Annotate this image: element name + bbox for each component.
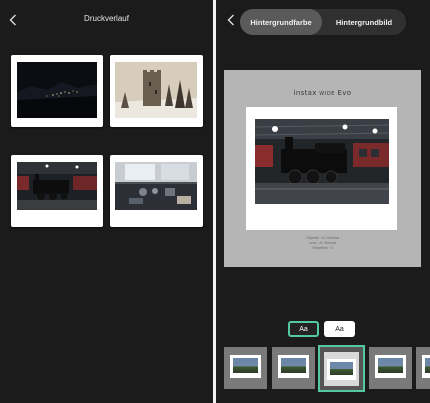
history-print-3[interactable] (11, 155, 103, 227)
background-thumbnail-2[interactable] (272, 347, 315, 389)
brand-label: instax WIDE Evo (293, 89, 352, 97)
background-tabs: Hintergrundfarbe Hintergrundbild (240, 9, 406, 35)
background-thumbnail-1[interactable] (224, 347, 267, 389)
history-print-2[interactable] (110, 55, 203, 127)
tab-background-image[interactable]: Hintergrundbild (322, 9, 406, 35)
photo-steam-locomotive (17, 162, 97, 210)
info-line-2: Lens : A / Normal (308, 241, 337, 245)
back-button-right[interactable] (224, 12, 238, 28)
tab-background-color[interactable]: Hintergrundfarbe (240, 9, 322, 35)
background-thumbnail-3[interactable] (318, 345, 365, 392)
chevron-left-icon (227, 14, 234, 26)
history-print-1[interactable] (11, 55, 103, 127)
info-line-3: Filmeffekt : 0 (312, 246, 333, 250)
history-print-4[interactable] (110, 155, 203, 227)
text-style-dark-button[interactable]: Aa (288, 321, 319, 337)
print-history-panel: Druckverlauf (0, 0, 213, 403)
preview-print-card (246, 107, 397, 230)
text-style-light-button[interactable]: Aa (324, 321, 355, 337)
preview-photo (255, 119, 389, 204)
background-thumbnail-4[interactable] (369, 347, 412, 389)
photo-tower-ruin (115, 62, 197, 118)
background-thumbnail-strip (216, 344, 430, 394)
page-title: Druckverlauf (84, 14, 129, 23)
photo-night-landscape (17, 62, 97, 118)
photo-locomotive-cab (115, 162, 197, 210)
background-editor-panel: Hintergrundfarbe Hintergrundbild instax … (216, 0, 430, 403)
info-line-1: Objektiv : A / Normal (306, 236, 339, 240)
background-preview: instax WIDE Evo Objektiv: A / Normal Le… (224, 70, 421, 267)
background-thumbnail-5[interactable] (416, 347, 430, 389)
